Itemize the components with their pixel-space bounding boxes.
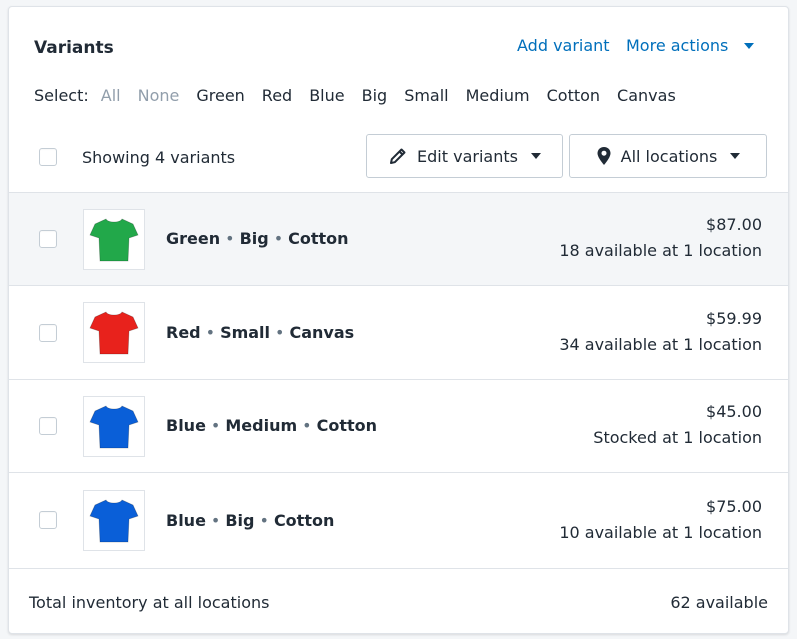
variant-availability: 34 available at 1 location xyxy=(559,335,762,354)
variant-price: $75.00 xyxy=(706,497,762,516)
select-option-small[interactable]: Small xyxy=(404,86,448,105)
variant-color: Blue xyxy=(166,416,206,435)
tshirt-icon xyxy=(89,498,139,542)
all-locations-button[interactable]: All locations xyxy=(569,134,767,178)
showing-count: Showing 4 variants xyxy=(82,148,236,167)
variant-availability: 10 available at 1 location xyxy=(559,523,762,542)
select-option-blue[interactable]: Blue xyxy=(309,86,344,105)
variant-size: Big xyxy=(225,511,255,530)
variant-row[interactable]: Blue • Big • Cotton $75.00 10 available at 1… xyxy=(9,472,788,568)
total-inventory-label: Total inventory at all locations xyxy=(29,593,270,612)
variant-material: Cotton xyxy=(273,511,335,530)
variant-row[interactable]: Green • Big • Cotton $87.00 18 available at … xyxy=(9,192,788,285)
total-inventory-value: 62 available xyxy=(670,593,768,612)
tshirt-shape xyxy=(89,217,139,261)
variant-title[interactable]: Green • Big • Cotton xyxy=(166,229,349,248)
variant-row[interactable]: Red • Small • Canvas $59.99 34 available at … xyxy=(9,285,788,378)
variant-material: Canvas xyxy=(289,323,355,342)
variant-color: Green xyxy=(166,229,221,248)
select-option-green[interactable]: Green xyxy=(196,86,244,105)
variant-availability: 18 available at 1 location xyxy=(559,241,762,260)
select-all-link[interactable]: All xyxy=(101,86,121,105)
pencil-icon xyxy=(390,148,406,164)
tshirt-shape xyxy=(89,498,139,542)
separator-dot: • xyxy=(205,323,216,342)
select-option-red[interactable]: Red xyxy=(262,86,292,105)
caret-down-icon xyxy=(730,153,741,159)
card-header: Variants Add variant More actions xyxy=(9,7,788,85)
variant-title[interactable]: Red • Small • Canvas xyxy=(166,323,354,342)
variant-thumbnail xyxy=(83,209,145,270)
tshirt-icon xyxy=(89,404,139,448)
variant-size: Big xyxy=(239,229,269,248)
select-option-cotton[interactable]: Cotton xyxy=(547,86,600,105)
caret-down-icon xyxy=(530,153,541,159)
variant-color: Blue xyxy=(166,511,206,530)
variant-size: Medium xyxy=(225,416,298,435)
select-none-link[interactable]: None xyxy=(138,86,180,105)
add-variant-link[interactable]: Add variant xyxy=(517,36,610,55)
variant-price: $87.00 xyxy=(706,215,762,234)
edit-variants-label: Edit variants xyxy=(417,146,518,166)
select-option-canvas[interactable]: Canvas xyxy=(617,86,676,105)
variant-checkbox[interactable] xyxy=(39,324,57,342)
tshirt-icon xyxy=(89,310,139,354)
tshirt-shape xyxy=(89,404,139,448)
separator-dot: • xyxy=(225,229,235,248)
variant-thumbnail xyxy=(83,490,145,551)
variant-checkbox[interactable] xyxy=(39,417,57,435)
variant-thumbnail xyxy=(83,302,145,363)
select-option-medium[interactable]: Medium xyxy=(466,86,530,105)
variant-checkbox[interactable] xyxy=(39,230,57,248)
select-label: Select: xyxy=(34,86,89,105)
caret-down-icon xyxy=(744,42,755,49)
all-locations-label: All locations xyxy=(620,146,718,166)
variants-card: Variants Add variant More actions Select… xyxy=(8,6,789,634)
variant-color: Red xyxy=(166,323,201,342)
select-bar: Select: All None Green Red Blue Big Smal… xyxy=(34,86,693,105)
variant-material: Cotton xyxy=(316,416,377,435)
separator-dot: • xyxy=(275,323,285,342)
variant-price: $45.00 xyxy=(706,402,762,421)
tshirt-icon xyxy=(89,217,139,261)
variant-title[interactable]: Blue • Medium • Cotton xyxy=(166,416,377,435)
variant-size: Small xyxy=(220,323,271,342)
variant-checkbox[interactable] xyxy=(39,511,57,529)
variant-thumbnail xyxy=(83,396,145,457)
variant-availability: Stocked at 1 location xyxy=(593,428,762,447)
location-pin-icon xyxy=(597,147,611,165)
tshirt-shape xyxy=(89,310,139,354)
variant-row[interactable]: Blue • Medium • Cotton $45.00 Stocked at 1 l… xyxy=(9,379,788,472)
more-actions-button[interactable]: More actions xyxy=(626,36,755,55)
separator-dot: • xyxy=(210,416,221,435)
separator-dot: • xyxy=(259,511,269,530)
variant-material: Cotton xyxy=(288,229,349,248)
variant-title[interactable]: Blue • Big • Cotton xyxy=(166,511,334,530)
card-title: Variants xyxy=(34,38,114,58)
select-option-big[interactable]: Big xyxy=(362,86,388,105)
variant-price: $59.99 xyxy=(706,309,762,328)
separator-dot: • xyxy=(210,511,221,530)
inventory-footer: Total inventory at all locations 62 avai… xyxy=(9,568,788,633)
separator-dot: • xyxy=(273,229,284,248)
more-actions-label: More actions xyxy=(626,36,729,55)
select-all-checkbox[interactable] xyxy=(39,148,57,166)
separator-dot: • xyxy=(302,416,312,435)
edit-variants-button[interactable]: Edit variants xyxy=(366,134,563,178)
